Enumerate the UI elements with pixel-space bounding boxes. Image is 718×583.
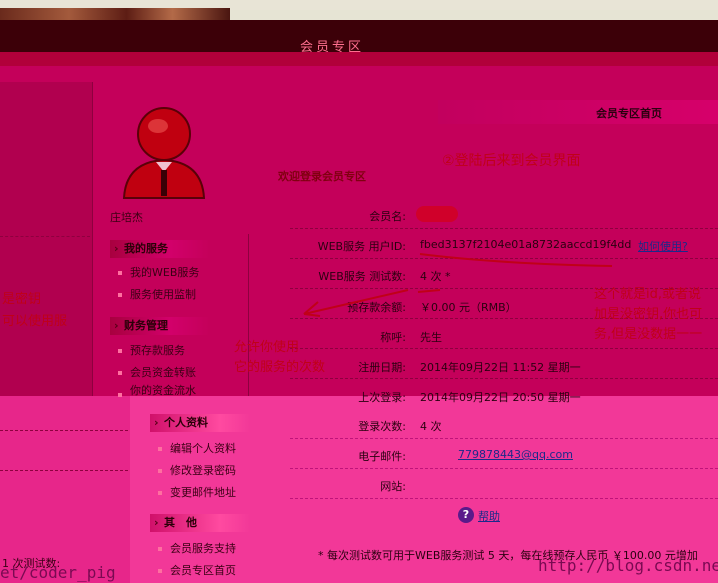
header-border (0, 52, 718, 66)
banner-strip (230, 10, 718, 20)
row-divider (290, 438, 718, 439)
label-last-login: 上次登录: (358, 391, 406, 404)
sidebar-item-transfer[interactable]: 会员资金转账 (110, 362, 250, 384)
watermark-left: et/coder_pig (0, 563, 116, 582)
email-link[interactable]: 779878443@qq.com (458, 448, 573, 461)
annotation-id-1: 这个就是id,或者说 (594, 287, 701, 302)
sidebar-item-support[interactable]: 会员服务支持 (150, 538, 290, 560)
avatar (122, 107, 206, 199)
sidebar-section-finance: 财务管理 (110, 317, 210, 335)
annotation-step: ②登陆后来到会员界面 (442, 153, 581, 169)
login-count-value: 4 次 (420, 420, 442, 433)
last-login-value: 2014年09月22日 20:50 星期一 (420, 391, 581, 404)
label-login-count: 登录次数: (358, 420, 406, 433)
sidebar-item-my-web-service[interactable]: 我的WEB服务 (110, 262, 250, 284)
help-link[interactable]: 帮助 (478, 508, 500, 524)
user-name: 庄培杰 (110, 211, 143, 224)
sidebar-section-profile: 个人资料 (150, 414, 250, 432)
sidebar-section-my-services: 我的服务 (110, 240, 210, 258)
sidebar-item-usage-monitor[interactable]: 服务使用监制 (110, 284, 250, 306)
main-title: 会员专区首页 (596, 107, 662, 120)
redacted-scribble (416, 206, 458, 222)
register-date-value: 2014年09月22日 11:52 星期一 (420, 361, 581, 374)
left-panel (0, 82, 93, 396)
welcome-text: 欢迎登录会员专区 (278, 170, 366, 183)
divider (0, 430, 128, 431)
divider (0, 470, 128, 471)
watermark-right: http://blog.csdn.ne (538, 556, 718, 575)
main-title-bar: 会员专区首页 (438, 100, 718, 124)
left-note-2: 可以使用服 (2, 314, 68, 329)
row-divider (290, 378, 718, 379)
annotation-strokes (303, 253, 613, 317)
label-member-name: 会员名: (369, 210, 406, 223)
divider (0, 236, 90, 237)
sidebar-item-prepaid[interactable]: 预存款服务 (110, 340, 250, 362)
row-divider (290, 498, 718, 499)
annotation-id-3: 务,但是没数据一一 (594, 327, 703, 342)
sidebar-section-other: 其 他 (150, 514, 250, 532)
sidebar-item-funds-flow[interactable]: 你的资金流水 (110, 384, 250, 398)
row-divider (290, 228, 718, 229)
annotation-count-2: 它的服务的次数 (234, 360, 326, 375)
salutation-value: 先生 (420, 331, 442, 344)
row-divider (290, 468, 718, 469)
help-icon[interactable]: ? (458, 507, 474, 523)
label-email: 电子邮件: (358, 450, 406, 463)
sidebar-item-home[interactable]: 会员专区首页 (150, 560, 290, 582)
annotation-id-2: 加是没密钥,你也可 (594, 307, 703, 322)
left-note-1: 是密钥 (2, 292, 42, 307)
row-divider (290, 348, 718, 349)
annotation-count-1: 允许你使用 (234, 340, 300, 355)
label-website: 网站: (380, 480, 406, 493)
how-to-use-link[interactable]: 如何使用? (638, 238, 688, 254)
